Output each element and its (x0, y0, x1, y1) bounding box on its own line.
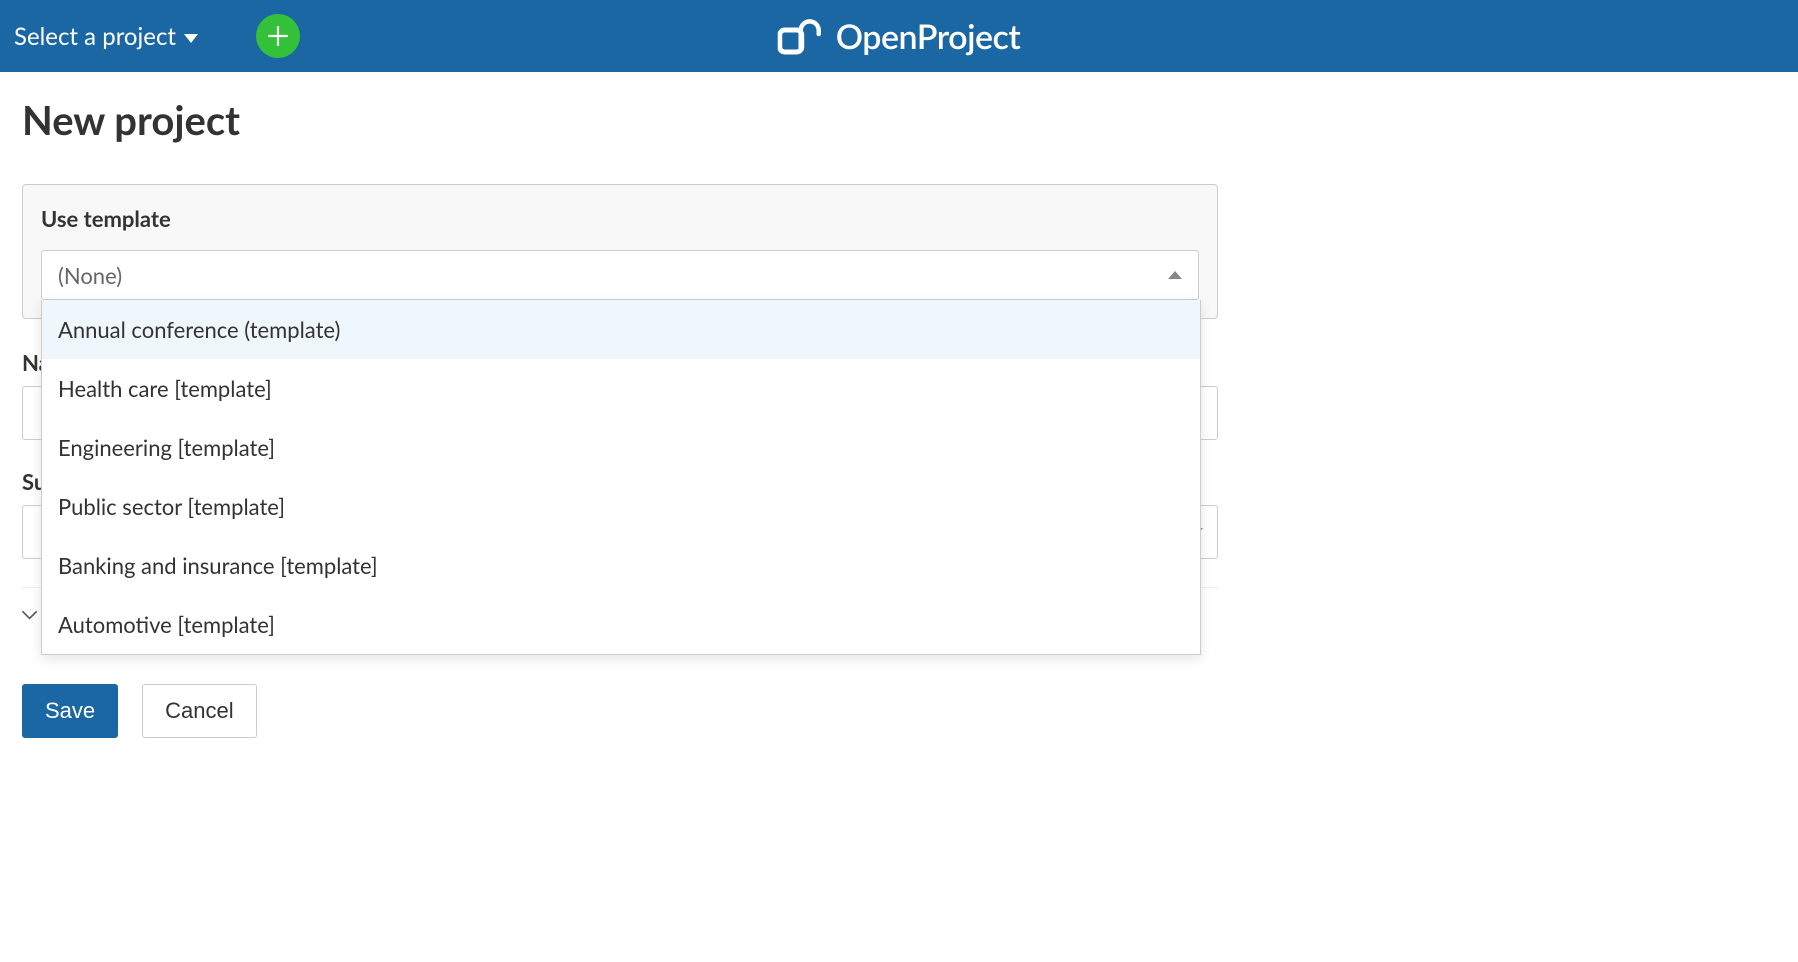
template-option[interactable]: Annual conference (template) (42, 300, 1200, 359)
template-fieldset: Use template (None) Annual conference (t… (22, 184, 1218, 319)
caret-down-icon (184, 34, 198, 43)
page-content: New project Use template (None) Annual c… (0, 72, 1240, 762)
openproject-icon (778, 16, 826, 56)
chevron-down-icon: ⌵ (22, 600, 38, 624)
project-selector-label: Select a project (14, 22, 176, 51)
cancel-button[interactable]: Cancel (142, 684, 256, 738)
template-dropdown: Annual conference (template) Health care… (41, 300, 1201, 655)
template-select[interactable]: (None) (41, 250, 1199, 300)
template-label: Use template (41, 205, 1199, 232)
template-option[interactable]: Public sector [template] (42, 477, 1200, 536)
save-button[interactable]: Save (22, 684, 118, 738)
template-option[interactable]: Automotive [template] (42, 595, 1200, 654)
add-button[interactable] (256, 14, 300, 58)
top-bar: Select a project OpenProject (0, 0, 1798, 72)
template-select-wrapper: (None) Annual conference (template) Heal… (41, 250, 1199, 300)
page-title: New project (22, 96, 1218, 144)
brand-logo: OpenProject (778, 16, 1021, 57)
project-selector[interactable]: Select a project (14, 22, 198, 51)
plus-icon (265, 23, 291, 49)
chevron-up-icon (1168, 271, 1182, 279)
form-buttons: Save Cancel (22, 684, 1218, 738)
template-selected-value: (None) (58, 262, 122, 289)
brand-text: OpenProject (836, 16, 1021, 57)
template-option[interactable]: Banking and insurance [template] (42, 536, 1200, 595)
template-option[interactable]: Health care [template] (42, 359, 1200, 418)
template-option[interactable]: Engineering [template] (42, 418, 1200, 477)
